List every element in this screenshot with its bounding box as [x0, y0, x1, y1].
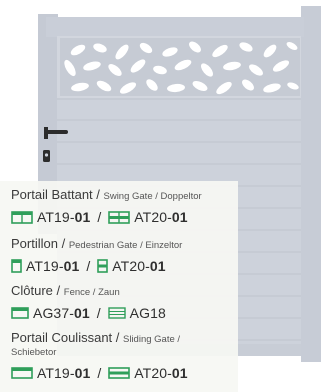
product-codes-panel: Portail Battant / Swing Gate / Doppeltor…	[0, 181, 238, 392]
product-code: AT19-01	[37, 365, 91, 381]
swing-gate-section: Portail Battant / Swing Gate / Doppeltor…	[11, 188, 237, 226]
leaf-pattern-icon	[60, 38, 300, 96]
swing-gate-split-icon	[108, 210, 131, 224]
pedestrian-gate-split-icon	[97, 259, 109, 273]
right-post	[301, 6, 321, 362]
product-code: AT20-01	[134, 209, 188, 225]
top-rail	[46, 17, 304, 37]
product-code: AT19-01	[26, 258, 80, 274]
product-code: AT20-01	[134, 365, 188, 381]
section-title: Clôture / Fence / Zaun	[11, 283, 120, 299]
product-code: AT19-01	[37, 209, 91, 225]
fence-slats-icon	[107, 307, 126, 319]
sliding-gate-section: Portail Coulissant / Sliding Gate / Schi…	[11, 331, 237, 382]
product-code: AT20-01	[112, 258, 166, 274]
pedestrian-gate-section: Portillon / Pedestrian Gate / Einzeltor …	[11, 237, 237, 275]
fence-icon	[11, 307, 29, 319]
pedestrian-gate-icon	[11, 259, 22, 273]
fence-section: Clôture / Fence / Zaun AG37-01 / AG18	[11, 284, 237, 322]
swing-gate-icon	[11, 210, 33, 224]
sliding-gate-split-icon	[108, 367, 131, 379]
sliding-gate-icon	[11, 367, 33, 379]
keyhole-icon	[43, 150, 50, 162]
section-title: Portillon / Pedestrian Gate / Einzeltor	[11, 236, 183, 252]
product-code: AG37-01	[33, 305, 90, 321]
section-title: Portail Battant / Swing Gate / Doppeltor	[11, 187, 202, 203]
section-title: Portail Coulissant / Sliding Gate / Schi…	[11, 330, 181, 359]
product-code: AG18	[129, 305, 166, 321]
